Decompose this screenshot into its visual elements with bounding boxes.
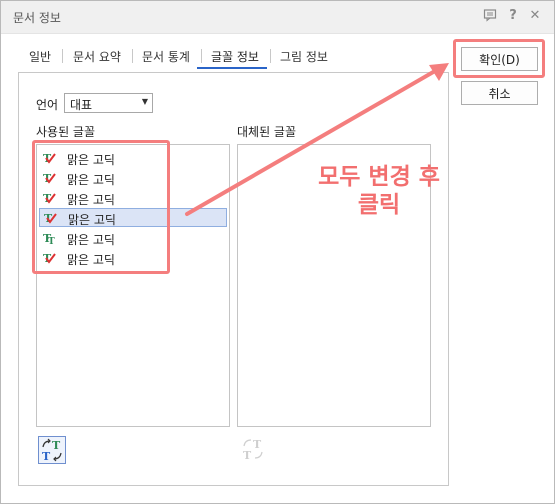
annotation-line: 모두 변경 후 (318, 164, 440, 190)
annotation-text: 모두 변경 후 클릭 (299, 163, 459, 219)
annotation-line: 클릭 (357, 192, 401, 218)
document-info-dialog: 문서 정보 ? ✕ 일반 문서 요약 문서 통계 글꼴 정보 그림 정보 확인(… (0, 0, 555, 504)
annotation-arrow (185, 63, 449, 216)
